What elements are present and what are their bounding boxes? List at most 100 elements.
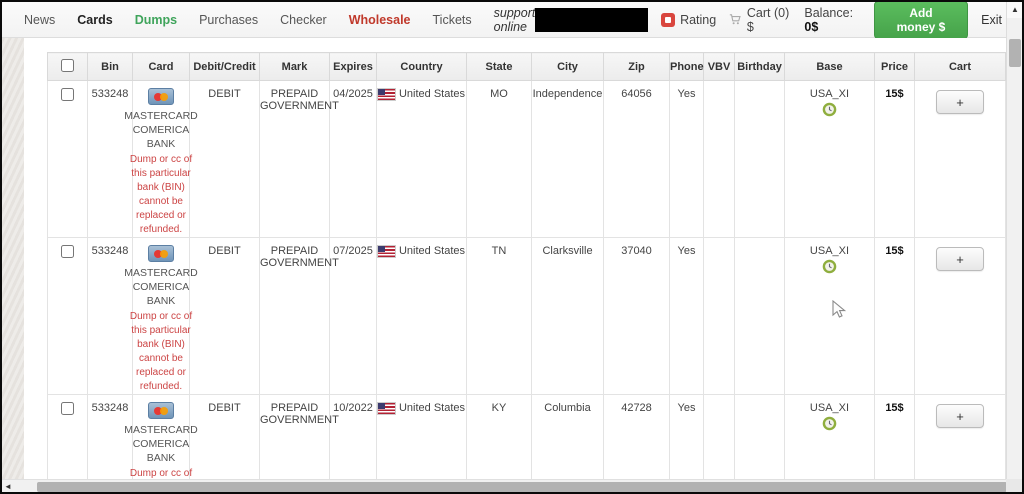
card-warning-text: Dump or cc of this particular bank (BIN)… (122, 467, 200, 479)
us-flag-icon (378, 246, 395, 257)
country-name: United States (399, 245, 465, 257)
mark-cell: PREPAID GOVERNMENT (260, 81, 330, 238)
scroll-up-arrow-icon[interactable]: ▲ (1007, 2, 1023, 18)
vertical-scrollbar[interactable]: ▲ (1006, 2, 1022, 479)
city-cell: Clarksville (532, 238, 604, 395)
card-cell: MASTERCARD COMERICA BANK Dump or cc of t… (133, 81, 190, 238)
nav-item-support-online[interactable]: support online (494, 6, 536, 34)
mark-cell: PREPAID GOVERNMENT (260, 395, 330, 480)
horizontal-scrollbar[interactable]: ◄ (2, 479, 1010, 493)
row-checkbox[interactable] (61, 402, 74, 415)
col-header-phone: Phone (670, 53, 704, 81)
vbv-cell (704, 81, 735, 238)
select-cell (48, 238, 88, 395)
content-area: Bin Card Debit/Credit Mark Expires Count… (24, 38, 1010, 479)
base-clock-icon (822, 259, 837, 274)
price-cell: 15$ (875, 238, 915, 395)
nav-menu: News Cards Dumps Purchases Checker Whole… (24, 6, 535, 34)
base-clock-icon (822, 416, 837, 431)
scroll-left-arrow-icon[interactable]: ◄ (4, 483, 12, 491)
cards-table: Bin Card Debit/Credit Mark Expires Count… (47, 52, 1006, 479)
mastercard-icon (148, 245, 174, 262)
base-name: USA_XI (785, 245, 874, 257)
cart-label: Cart (0) $ (747, 6, 792, 34)
state-cell: MO (467, 81, 532, 238)
vertical-scrollbar-thumb[interactable] (1009, 39, 1021, 67)
col-header-vbv: VBV (704, 53, 735, 81)
table-header-row: Bin Card Debit/Credit Mark Expires Count… (48, 53, 1006, 81)
card-cell: MASTERCARD COMERICA BANK Dump or cc of t… (133, 395, 190, 480)
city-cell: Independence (532, 81, 604, 238)
col-header-state: State (467, 53, 532, 81)
phone-cell: Yes (670, 395, 704, 480)
us-flag-icon (378, 403, 395, 414)
base-name: USA_XI (785, 88, 874, 100)
cart-link[interactable]: Cart (0) $ (729, 6, 791, 34)
card-bank-name: MASTERCARD COMERICA BANK (122, 266, 200, 308)
add-to-cart-button[interactable]: + (936, 404, 984, 428)
col-header-expires: Expires (330, 53, 377, 81)
us-flag-icon (378, 89, 395, 100)
col-header-zip: Zip (604, 53, 670, 81)
rating-link[interactable]: Rating (661, 13, 716, 27)
zip-cell: 42728 (604, 395, 670, 480)
base-clock-icon (822, 102, 837, 117)
app-window: News Cards Dumps Purchases Checker Whole… (0, 0, 1024, 494)
col-header-select (48, 53, 88, 81)
birthday-cell (735, 81, 785, 238)
vbv-cell (704, 238, 735, 395)
nav-item-news[interactable]: News (24, 13, 55, 27)
add-money-button[interactable]: Add money $ (874, 1, 968, 39)
debit-credit-cell: DEBIT (190, 395, 260, 480)
price-cell: 15$ (875, 395, 915, 480)
mastercard-icon (148, 402, 174, 419)
debit-credit-cell: DEBIT (190, 238, 260, 395)
state-cell: TN (467, 238, 532, 395)
city-cell: Columbia (532, 395, 604, 480)
country-name: United States (399, 402, 465, 414)
cart-cell: + (915, 395, 1006, 480)
col-header-base: Base (785, 53, 875, 81)
add-to-cart-button[interactable]: + (936, 247, 984, 271)
col-header-bin: Bin (88, 53, 133, 81)
select-cell (48, 81, 88, 238)
nav-item-checker[interactable]: Checker (280, 13, 327, 27)
price-cell: 15$ (875, 81, 915, 238)
row-checkbox[interactable] (61, 88, 74, 101)
nav-item-tickets[interactable]: Tickets (433, 13, 472, 27)
scrollbar-corner (1006, 479, 1022, 493)
top-navbar: News Cards Dumps Purchases Checker Whole… (2, 2, 1010, 38)
table-row: 533248 MASTERCARD COMERICA BANK Dump or … (48, 238, 1006, 395)
phone-cell: Yes (670, 238, 704, 395)
country-cell: United States (377, 238, 467, 395)
exit-link[interactable]: Exit (981, 13, 1002, 27)
select-all-checkbox[interactable] (61, 59, 74, 72)
table-row: 533248 MASTERCARD COMERICA BANK Dump or … (48, 81, 1006, 238)
nav-item-dumps[interactable]: Dumps (135, 13, 177, 27)
row-checkbox[interactable] (61, 245, 74, 258)
state-cell: KY (467, 395, 532, 480)
col-header-cart: Cart (915, 53, 1006, 81)
birthday-cell (735, 395, 785, 480)
nav-item-cards[interactable]: Cards (77, 13, 112, 27)
col-header-price: Price (875, 53, 915, 81)
cart-cell: + (915, 238, 1006, 395)
col-header-card: Card (133, 53, 190, 81)
base-cell: USA_XI (785, 81, 875, 238)
mark-cell: PREPAID GOVERNMENT (260, 238, 330, 395)
zip-cell: 64056 (604, 81, 670, 238)
balance-label: Balance: (804, 6, 853, 20)
table-body: 533248 MASTERCARD COMERICA BANK Dump or … (48, 81, 1006, 480)
add-to-cart-button[interactable]: + (936, 90, 984, 114)
base-cell: USA_XI (785, 238, 875, 395)
phone-cell: Yes (670, 81, 704, 238)
rating-label: Rating (680, 13, 716, 27)
horizontal-scrollbar-thumb[interactable] (37, 482, 1007, 492)
nav-item-purchases[interactable]: Purchases (199, 13, 258, 27)
balance: Balance: 0$ (804, 6, 860, 34)
col-header-mark: Mark (260, 53, 330, 81)
col-header-country: Country (377, 53, 467, 81)
card-cell: MASTERCARD COMERICA BANK Dump or cc of t… (133, 238, 190, 395)
vbv-cell (704, 395, 735, 480)
nav-item-wholesale[interactable]: Wholesale (349, 13, 411, 27)
